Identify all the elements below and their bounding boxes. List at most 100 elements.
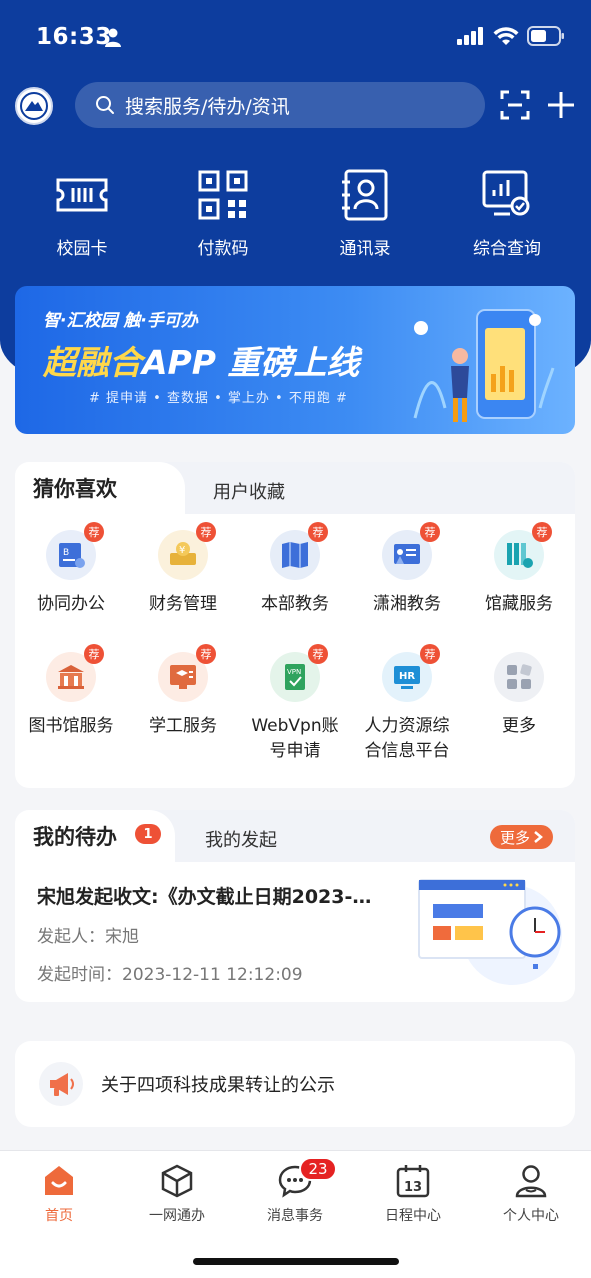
app-xiaoxiang-academic[interactable]: 荐 潇湘教务 [351, 522, 463, 617]
app-label: 财务管理 [149, 594, 217, 614]
nav-label: 一网通办 [149, 1208, 205, 1224]
home-icon [45, 1166, 73, 1195]
cube-icon [161, 1164, 193, 1198]
contacts-icon [342, 169, 388, 221]
teaching-board-icon: 荐 [382, 522, 440, 580]
recommend-badge: 荐 [308, 644, 328, 664]
banner-headline-highlight: 超融合 [43, 343, 142, 382]
message-icon-wrap: 23 [277, 1157, 337, 1199]
app-label: 协同办公 [37, 594, 105, 614]
search-bar[interactable]: 搜索服务/待办/资讯 [75, 82, 485, 128]
todo-tabs: 我的待办 1 我的发起 更多 [15, 810, 575, 862]
notice-text: 关于四项科技成果转让的公示 [101, 1075, 335, 1096]
todo-item-title[interactable]: 宋旭发起收文:《办文截止日期2023-… [37, 882, 407, 909]
app-label: 潇湘教务 [373, 594, 441, 614]
calendar-day: 13 [404, 1180, 422, 1195]
recommend-badge: 荐 [196, 644, 216, 664]
more-button-label: 更多 [499, 828, 530, 847]
tab-guess-you-like[interactable]: 猜你喜欢 [15, 462, 185, 514]
school-logo[interactable] [15, 87, 53, 125]
recommend-badge: 荐 [532, 522, 552, 542]
app-label: 图书馆服务 [28, 716, 114, 736]
recommend-badge: 荐 [196, 522, 216, 542]
tab-user-favorites[interactable]: 用户收藏 [213, 478, 285, 504]
nav-messages[interactable]: 23 消息事务 [236, 1157, 354, 1225]
office-collab-icon: B 荐 [46, 522, 104, 580]
person-status-icon [105, 28, 121, 47]
banner-top-text: 智·汇校园 触·手可办 [43, 311, 198, 331]
quick-action-label: 通讯录 [339, 239, 391, 259]
app-main-academic[interactable]: 荐 本部教务 [239, 522, 351, 617]
banner-headline: 超融合APP 重磅上线 [43, 336, 359, 384]
search-icon [96, 96, 114, 114]
query-icon [482, 170, 530, 216]
megaphone-icon [39, 1062, 83, 1106]
app-webvpn-apply[interactable]: VPN 荐 WebVpn账 号申请 [239, 644, 351, 764]
qr-code-icon [198, 170, 248, 220]
finance-icon: ¥ 荐 [158, 522, 216, 580]
battery-icon [527, 26, 564, 46]
guess-tabs: 猜你喜欢 用户收藏 [15, 462, 575, 514]
app-library-service[interactable]: 荐 图书馆服务 [15, 644, 127, 739]
app-finance[interactable]: ¥ 荐 财务管理 [127, 522, 239, 617]
status-bar: 16:33 [0, 0, 591, 74]
app-hr-platform[interactable]: HR 荐 人力资源综 合信息平台 [351, 644, 463, 764]
svg-text:VPN: VPN [287, 668, 301, 676]
guess-you-like-card: 猜你喜欢 用户收藏 B 荐 协同办公 ¥ 荐 财务管理 荐 本部教务 荐 潇湘教… [15, 462, 575, 788]
app-student-affairs[interactable]: 荐 学工服务 [127, 644, 239, 739]
nav-home[interactable]: 首页 [0, 1163, 118, 1225]
banner-headline-rest: APP 重磅上线 [142, 343, 360, 382]
library-shelf-icon: 荐 [494, 522, 552, 580]
more-button[interactable]: 更多 [489, 825, 553, 849]
app-more[interactable]: 更多 [463, 652, 575, 739]
recommend-badge: 荐 [308, 522, 328, 542]
quick-action-campus-card[interactable]: 校园卡 [22, 168, 142, 259]
browser-clock-illustration-icon [418, 879, 562, 985]
phone-illustration-icon [413, 309, 555, 422]
hr-icon: HR 荐 [382, 644, 440, 702]
more-apps-icon [494, 652, 544, 702]
nav-profile[interactable]: 个人中心 [472, 1163, 590, 1225]
todo-count-badge: 1 [135, 824, 161, 844]
notice-item[interactable]: 关于四项科技成果转让的公示 [15, 1041, 575, 1127]
recommend-badge: 荐 [420, 522, 440, 542]
signal-icon [457, 27, 483, 45]
recommend-badge: 荐 [84, 644, 104, 664]
app-label: 馆藏服务 [485, 594, 553, 614]
app-label: 人力资源综 合信息平台 [364, 716, 450, 761]
quick-action-label: 付款码 [197, 239, 249, 259]
chevron-right-icon [534, 831, 543, 843]
add-icon[interactable] [546, 90, 576, 120]
home-indicator [193, 1258, 399, 1265]
nav-label: 消息事务 [267, 1208, 323, 1224]
banner-subtext: # 提申请 • 查数据 • 掌上办 • 不用跑 # [89, 391, 348, 406]
nav-schedule[interactable]: 13 日程中心 [354, 1163, 472, 1225]
svg-text:B: B [63, 548, 69, 558]
status-time: 16:33 [36, 24, 112, 50]
app-label: 更多 [502, 716, 536, 736]
tab-my-todo-label: 我的待办 [33, 825, 117, 849]
todo-card: 我的待办 1 我的发起 更多 宋旭发起收文:《办文截止日期2023-… 发起人：… [15, 810, 575, 1002]
recommend-badge: 荐 [420, 644, 440, 664]
nav-one-stop[interactable]: 一网通办 [118, 1163, 236, 1225]
promo-banner[interactable]: 智·汇校园 触·手可办 超融合APP 重磅上线 # 提申请 • 查数据 • 掌上… [15, 286, 575, 434]
app-label: 本部教务 [261, 594, 329, 614]
tab-my-initiated[interactable]: 我的发起 [205, 826, 277, 852]
recommend-badge: 荐 [84, 522, 104, 542]
nav-label: 日程中心 [385, 1208, 441, 1224]
scan-icon[interactable] [500, 90, 530, 120]
book-map-icon: 荐 [270, 522, 328, 580]
app-collection-service[interactable]: 荐 馆藏服务 [463, 522, 575, 617]
quick-action-query[interactable]: 综合查询 [447, 168, 567, 259]
nav-label: 首页 [45, 1208, 73, 1224]
quick-action-contacts[interactable]: 通讯录 [305, 168, 425, 259]
svg-text:¥: ¥ [179, 545, 185, 556]
student-affairs-icon: 荐 [158, 644, 216, 702]
person-icon [515, 1165, 547, 1198]
vpn-icon: VPN 荐 [270, 644, 328, 702]
tab-my-todo[interactable]: 我的待办 1 [15, 810, 175, 862]
app-collab-office[interactable]: B 荐 协同办公 [15, 522, 127, 617]
quick-action-pay-code[interactable]: 付款码 [163, 168, 283, 259]
wifi-icon [493, 26, 519, 45]
quick-action-label: 综合查询 [473, 239, 541, 259]
